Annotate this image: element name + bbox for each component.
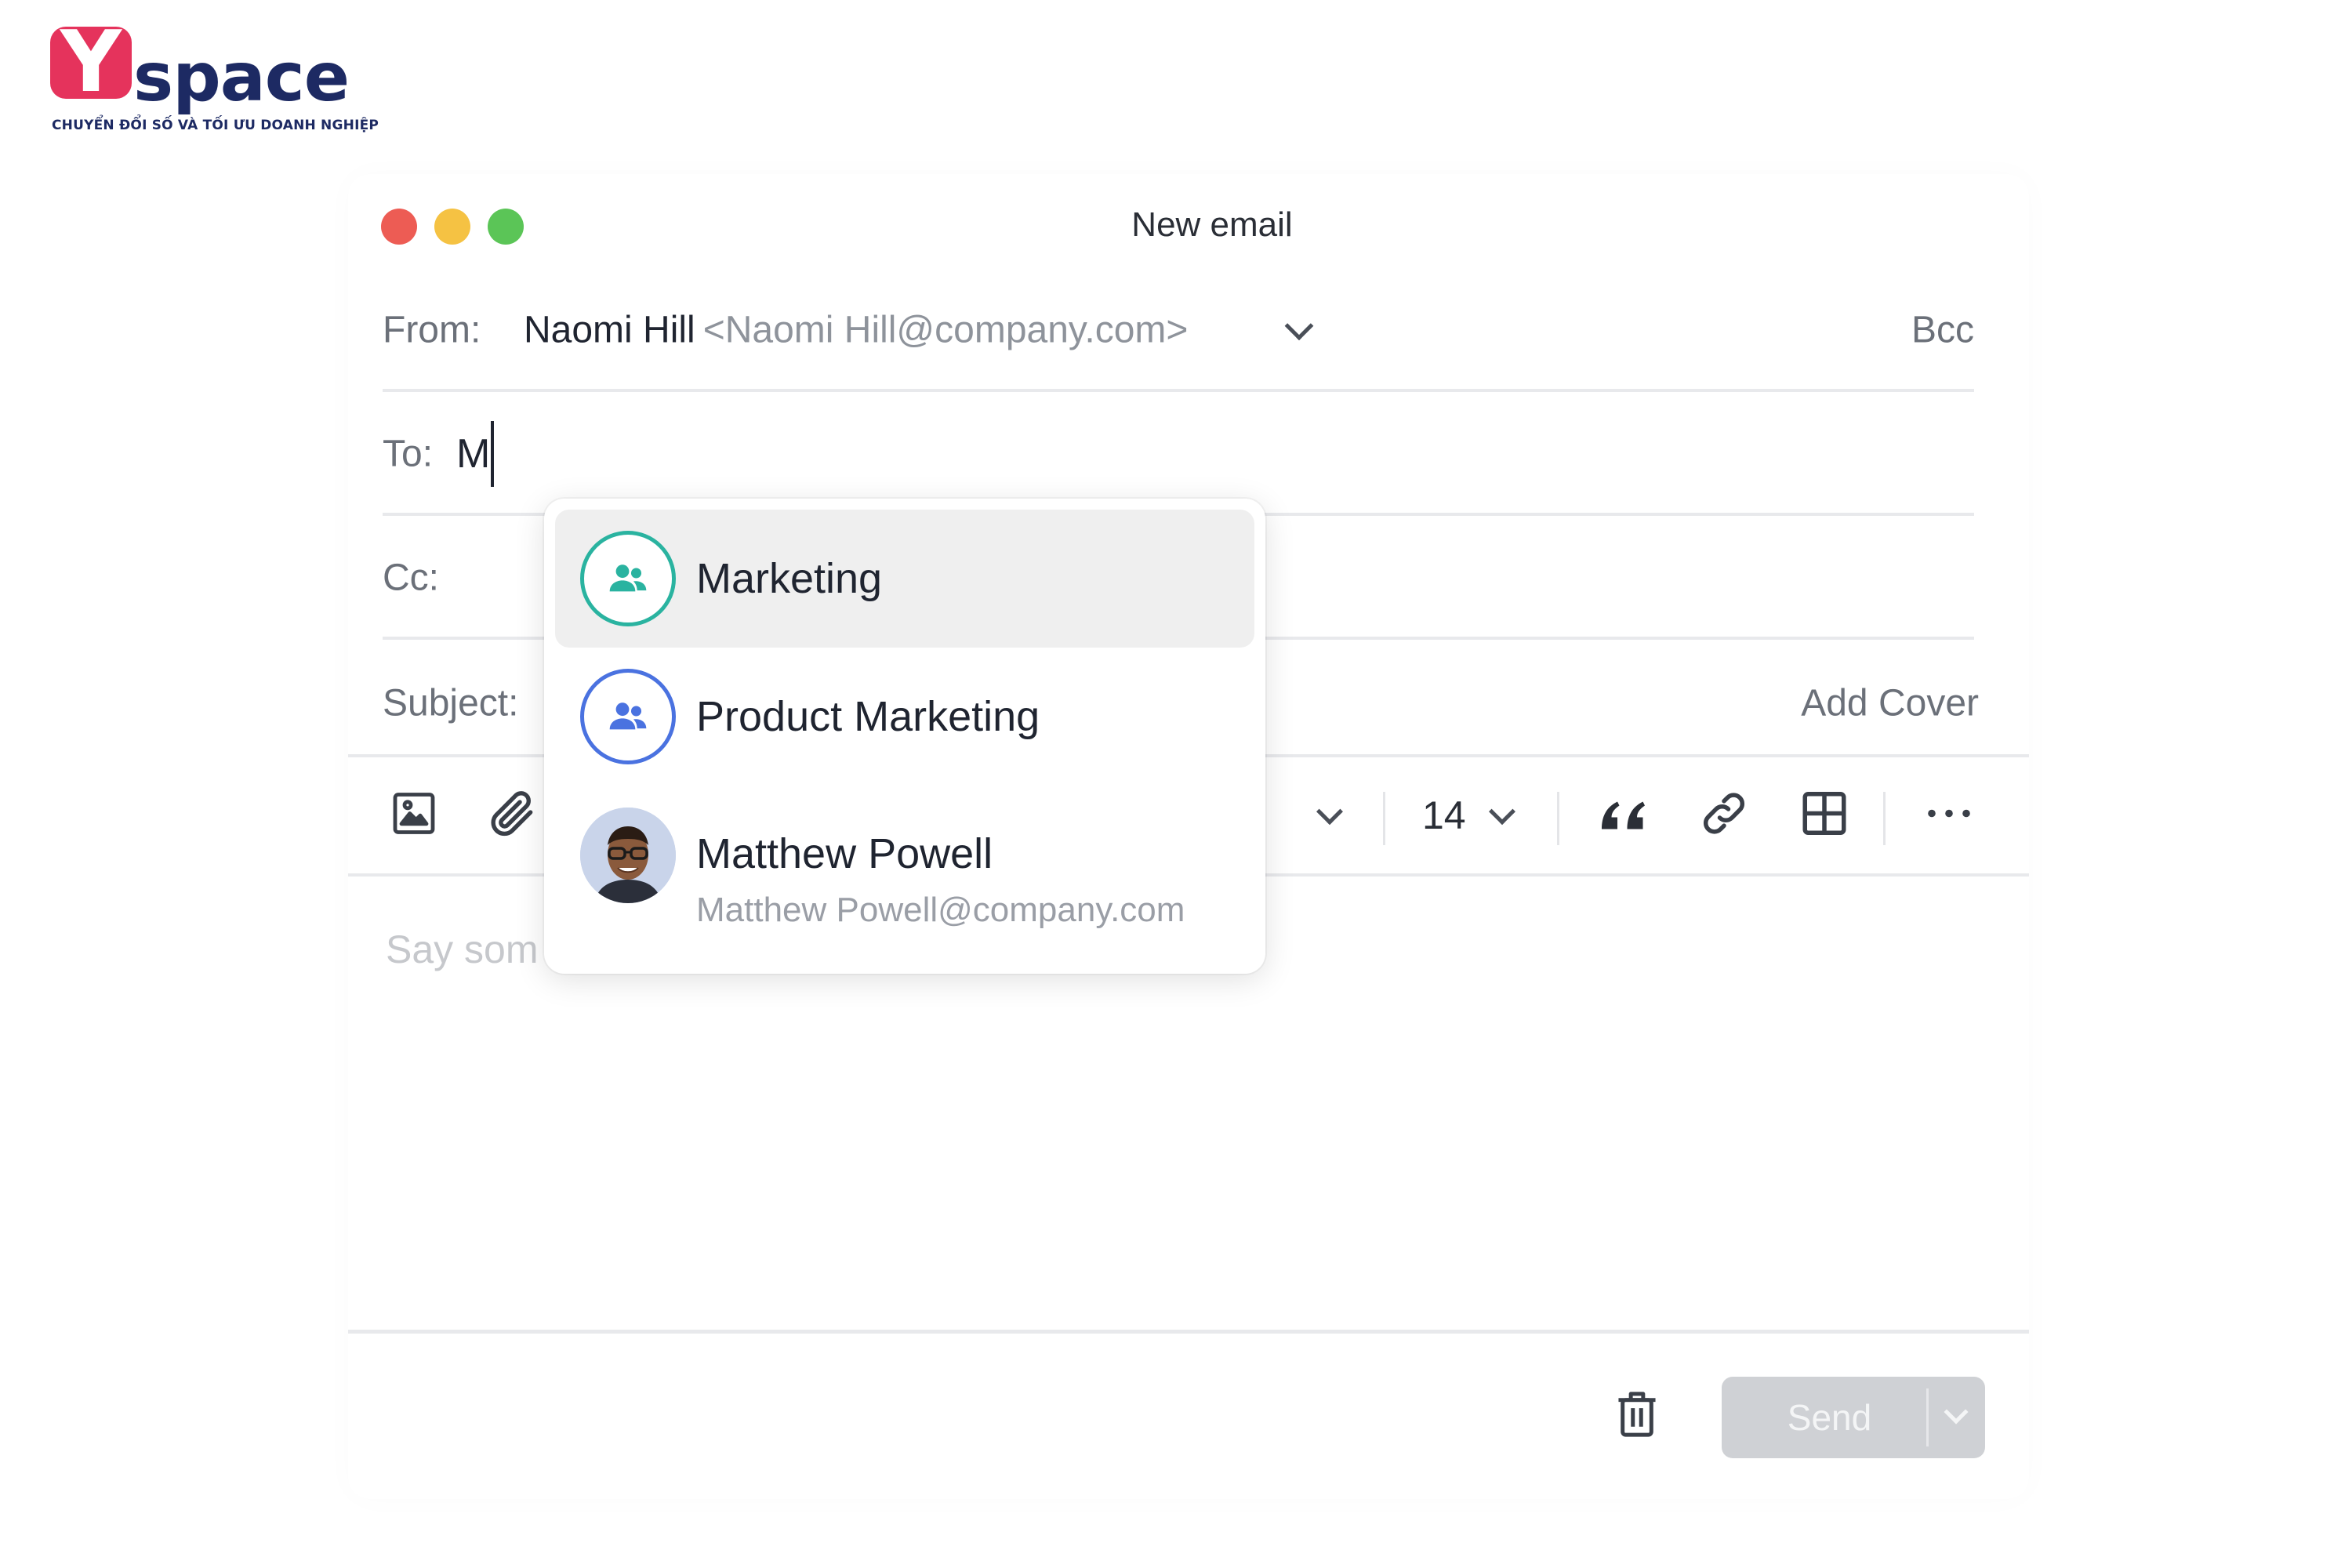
font-size-select[interactable]: 14: [1422, 793, 1466, 838]
send-label: Send: [1787, 1397, 1872, 1438]
brand-logo: Y space CHUYỂN ĐỔI SỐ VÀ TỐI ƯU DOANH NG…: [50, 20, 379, 136]
toolbar-divider: [1883, 792, 1886, 845]
quote-icon[interactable]: [1598, 790, 1653, 841]
send-button[interactable]: Send: [1722, 1377, 1985, 1458]
more-icon[interactable]: [1926, 806, 1973, 826]
suggestion-name: Matthew Powell: [696, 830, 993, 877]
window-title: New email: [1131, 205, 1293, 244]
to-label: To:: [383, 433, 434, 475]
suggestion-name: Marketing: [696, 555, 883, 602]
suggestion-matthew-powell[interactable]: Matthew Powell Matthew Powell@company.co…: [555, 786, 1254, 958]
suggestion-name: Product Marketing: [696, 693, 1040, 740]
suggestion-product-marketing[interactable]: Product Marketing: [555, 648, 1254, 786]
cc-label: Cc:: [383, 557, 439, 599]
trash-icon[interactable]: [1612, 1388, 1662, 1445]
group-avatar: [580, 531, 676, 626]
from-selector[interactable]: Naomi Hill <Naomi Hill@company.com>: [524, 309, 1188, 352]
text-cursor: [491, 421, 494, 487]
to-input[interactable]: M: [456, 430, 490, 477]
send-options-button[interactable]: [1929, 1377, 1985, 1458]
image-icon[interactable]: [389, 789, 439, 843]
chevron-down-icon[interactable]: [1284, 311, 1314, 341]
logo-wordmark: space: [133, 38, 350, 117]
stage: Y space CHUYỂN ĐỔI SỐ VÀ TỐI ƯU DOANH NG…: [0, 0, 2352, 1568]
message-body-input[interactable]: Say som: [386, 927, 539, 972]
chevron-down-icon[interactable]: [1316, 798, 1343, 826]
bcc-button[interactable]: Bcc: [1911, 309, 1974, 352]
group-avatar: [580, 669, 676, 764]
logo-mark: Y: [50, 20, 132, 105]
toolbar-divider: [1383, 792, 1385, 845]
suggestion-email: Matthew Powell@company.com: [696, 891, 1185, 929]
add-cover-button[interactable]: Add Cover: [1801, 682, 1979, 725]
chevron-down-icon: [1944, 1399, 1969, 1425]
table-icon[interactable]: [1798, 788, 1850, 844]
to-row: To: M: [383, 395, 1974, 516]
recipient-suggestions: Marketing Product Marketing Matthew Powe…: [544, 499, 1265, 974]
from-label: From:: [383, 309, 481, 351]
attachment-icon[interactable]: [486, 787, 539, 844]
from-address: <Naomi Hill@company.com>: [702, 309, 1189, 351]
avatar: [580, 808, 676, 903]
link-icon[interactable]: [1698, 788, 1750, 844]
footer-divider: [348, 1330, 2029, 1334]
suggestion-marketing[interactable]: Marketing: [555, 510, 1254, 648]
from-name: Naomi Hill: [524, 309, 695, 351]
group-icon: [609, 702, 647, 730]
toolbar-divider: [1557, 792, 1559, 845]
logo-tagline: CHUYỂN ĐỔI SỐ VÀ TỐI ƯU DOANH NGHIỆP: [52, 118, 379, 133]
group-icon: [609, 564, 647, 592]
chevron-down-icon[interactable]: [1489, 798, 1515, 826]
from-row: From: Naomi Hill <Naomi Hill@company.com>…: [383, 271, 1974, 392]
subject-label: Subject:: [383, 682, 519, 724]
